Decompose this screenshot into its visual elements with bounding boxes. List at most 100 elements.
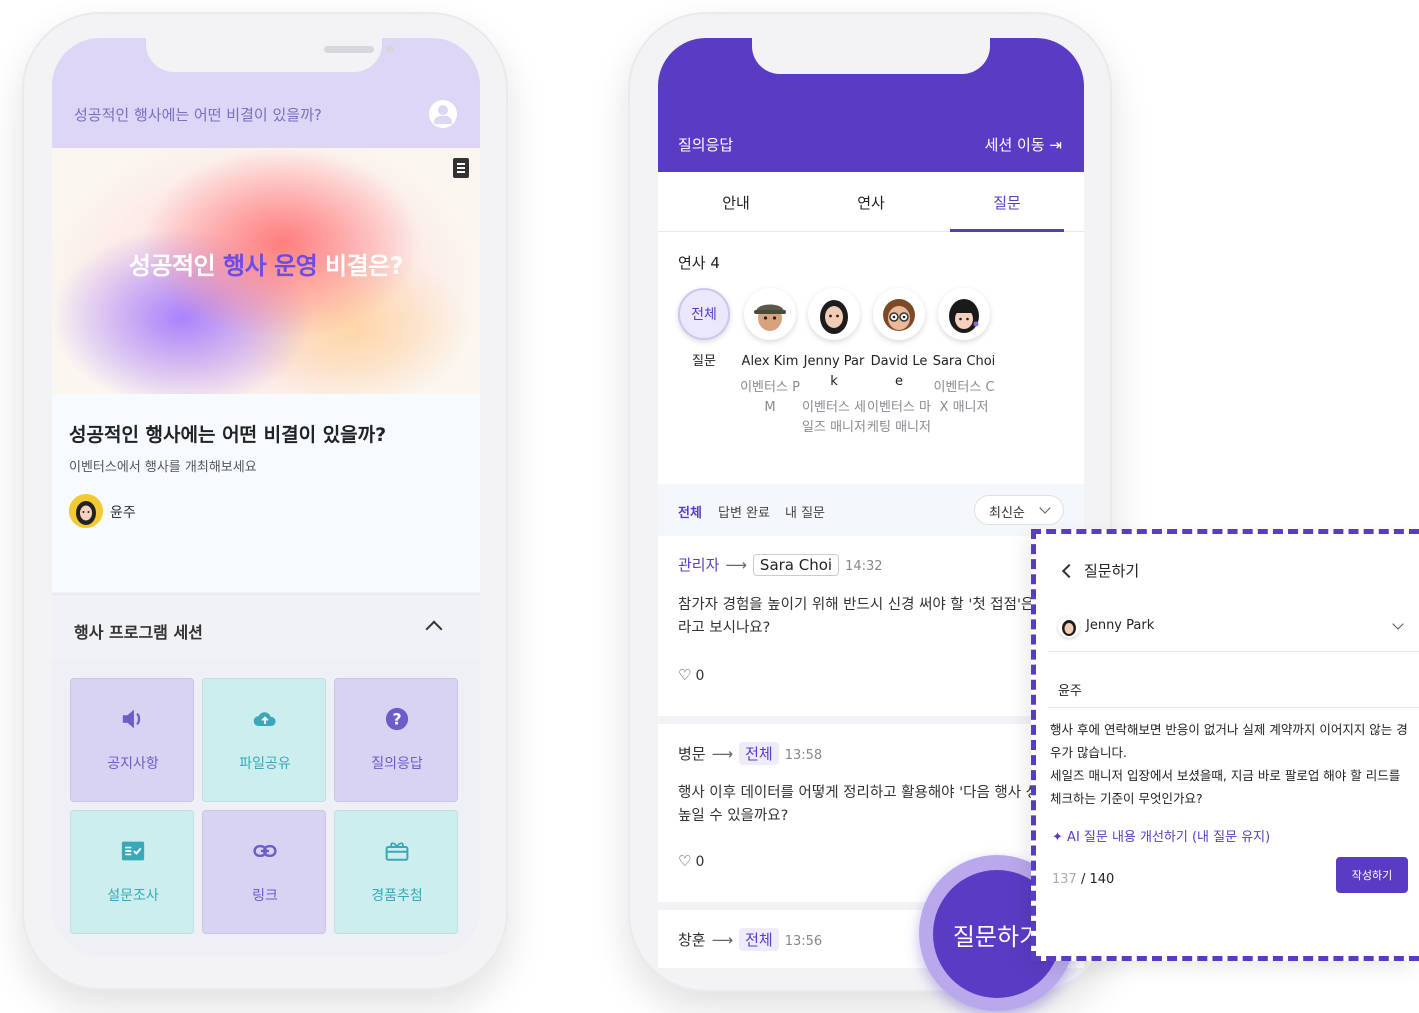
gift-icon (385, 839, 409, 863)
tile-notice[interactable]: 공지사항 (70, 678, 194, 802)
phone-notch (752, 38, 990, 74)
banner-title-part1: 성공적인 (128, 252, 223, 280)
speaker-alex-kim[interactable]: Alex Kim 이벤터스 PM (738, 288, 802, 418)
speaker-sara-choi[interactable]: Sara Choi 이벤터스 CX 매니저 (932, 288, 996, 418)
event-title: 성공적인 행사에는 어떤 비결이 있을까? (69, 424, 387, 446)
name-field[interactable]: 윤주 (1048, 668, 1419, 708)
question-line: 참가자 경험을 높이기 위해 반드시 신경 써야 할 '첫 접점'은 어 (678, 597, 1053, 613)
filter-answered[interactable]: 답변 완료 (718, 502, 770, 521)
back-icon[interactable] (1061, 563, 1077, 579)
char-max: / 140 (1076, 872, 1115, 887)
document-icon[interactable] (453, 158, 469, 178)
tab-questions[interactable]: 질문 (937, 192, 1077, 213)
event-header-title: 성공적인 행사에는 어떤 비결이 있을까? (74, 106, 322, 124)
panel-title: 질문하기 (1084, 562, 1140, 580)
question-line: 행사 이후 데이터를 어떻게 정리하고 활용해야 '다음 행사 성과'를 (678, 785, 1070, 801)
tile-survey[interactable]: 설문조사 (70, 810, 194, 934)
arrow-right-icon: ⟶ (711, 931, 734, 949)
sort-label: 최신순 (989, 506, 1025, 521)
speaker-david-lee[interactable]: David Lee 이벤터스 마케팅 매니저 (867, 288, 931, 438)
speaker-jenny-park[interactable]: Jenny Park 이벤터스 세일즈 매니저 (802, 288, 866, 438)
question-time: 13:58 (784, 748, 823, 763)
filter-my-questions[interactable]: 내 질문 (785, 502, 825, 521)
qna-title: 질의응답 (678, 136, 734, 154)
speaker-role: 이벤터스 세일즈 매니저 (802, 400, 866, 435)
question-header: 병문 ⟶ 전체 13:58 (678, 742, 822, 765)
speaker-name: Jenny Park (803, 354, 865, 389)
tile-label: 파일공유 (239, 756, 291, 772)
event-header: 성공적인 행사에는 어떤 비결이 있을까? (52, 38, 480, 148)
event-banner: 성공적인 행사 운영 비결은? (52, 148, 480, 394)
tile-link[interactable]: 링크 (202, 810, 326, 934)
filter-all[interactable]: 전체 (678, 502, 702, 521)
link-icon (253, 839, 277, 863)
tile-qna[interactable]: ? 질의응답 (334, 678, 458, 802)
phone-notch (146, 38, 394, 72)
speaker-icon (121, 707, 145, 731)
question-author: 병문 (678, 745, 706, 763)
sort-dropdown[interactable]: 최신순 (974, 495, 1064, 525)
question-text: 참가자 경험을 높이기 위해 반드시 신경 써야 할 '첫 접점'은 어 라고 … (678, 594, 1070, 640)
program-section-title: 행사 프로그램 세션 (74, 623, 203, 642)
move-session-button[interactable]: 세션 이동 ⇥ (985, 134, 1062, 155)
ask-question-panel: 질문하기 Jenny Park 윤주 행사 후에 연락해보면 반응이 없거나 실… (1031, 529, 1419, 961)
tab-info[interactable]: 안내 (666, 192, 806, 213)
speaker-filter-all[interactable]: 전체 질문 (672, 288, 736, 372)
tile-file-share[interactable]: 파일공유 (202, 678, 326, 802)
question-item[interactable]: 관리자 ⟶ Sara Choi 14:32 참가자 경험을 높이기 위해 반드시 신경… (658, 536, 1084, 724)
ai-improve-label: AI 질문 내용 개선하기 (내 질문 유지) (1067, 830, 1271, 845)
speakers-count: 연사 4 (678, 254, 720, 272)
arrow-right-icon: ⟶ (711, 745, 734, 763)
event-subtitle: 이벤터스에서 행사를 개최해보세요 (69, 460, 257, 475)
heart-icon: ♡ (678, 852, 692, 870)
selected-speaker: Jenny Park (1086, 618, 1155, 633)
ai-improve-button[interactable]: ✦ AI 질문 내용 개선하기 (내 질문 유지) (1052, 826, 1270, 845)
tile-label: 링크 (252, 888, 278, 904)
like-count: 0 (695, 668, 705, 684)
heart-icon: ♡ (678, 666, 692, 684)
speaker-select[interactable]: Jenny Park (1048, 614, 1419, 652)
like-button[interactable]: ♡ 0 (678, 666, 704, 684)
program-section-header[interactable]: 행사 프로그램 세션 (52, 594, 480, 660)
submit-button[interactable]: 작성하기 (1336, 857, 1408, 893)
question-target: Sara Choi (752, 554, 840, 576)
like-count: 0 (695, 854, 705, 870)
host-avatar (69, 494, 103, 528)
svg-text:?: ? (392, 710, 401, 729)
question-icon: ? (385, 707, 409, 731)
question-line: 체크하는 기준이 무엇인가요? (1050, 791, 1203, 806)
all-avatar: 전체 (678, 288, 730, 340)
question-target: 전체 (739, 928, 779, 951)
tile-raffle[interactable]: 경품추첨 (334, 810, 458, 934)
qna-tabs: 안내 연사 질문 (658, 172, 1084, 232)
arrow-right-icon: ⟶ (725, 556, 747, 574)
question-line: 라고 보시나요? (678, 620, 771, 636)
banner-title: 성공적인 행사 운영 비결은? (52, 246, 480, 281)
speaker-avatar (808, 288, 860, 340)
tab-speakers[interactable]: 연사 (801, 192, 941, 213)
qna-header: 질의응답 세션 이동 ⇥ (658, 38, 1084, 172)
speaker-role: 이벤터스 CX 매니저 (933, 380, 995, 415)
profile-icon[interactable] (429, 100, 457, 128)
question-textarea[interactable]: 행사 후에 연락해보면 반응이 없거나 실제 계약까지 이어지지 않는 경 우가… (1050, 718, 1418, 810)
speaker-name: Alex Kim (741, 354, 799, 369)
survey-icon (121, 839, 145, 863)
sparkle-icon: ✦ (1052, 830, 1063, 845)
speaker-name: David Lee (870, 354, 928, 389)
speaker-role: 이벤터스 마케팅 매니저 (867, 400, 931, 435)
tile-label: 설문조사 (107, 888, 159, 904)
question-author: 창훈 (678, 931, 706, 949)
left-phone-screen: 성공적인 행사에는 어떤 비결이 있을까? 성공적인 행사 운영 비결은? 성공… (52, 38, 480, 956)
tile-label: 공지사항 (107, 756, 159, 772)
phone-camera (386, 45, 394, 53)
speaker-avatar (938, 288, 990, 340)
like-button[interactable]: ♡ 0 (678, 852, 704, 870)
question-filter-bar: 전체 답변 완료 내 질문 최신순 (658, 484, 1084, 536)
move-session-label: 세션 이동 (984, 136, 1045, 154)
question-line: 높일 수 있을까요? (678, 808, 789, 824)
phone-speaker (324, 46, 374, 53)
banner-title-highlight: 행사 운영 (222, 252, 318, 280)
submit-label: 작성하기 (1351, 869, 1393, 882)
host-name: 윤주 (110, 505, 136, 521)
chevron-up-icon[interactable] (425, 620, 443, 638)
